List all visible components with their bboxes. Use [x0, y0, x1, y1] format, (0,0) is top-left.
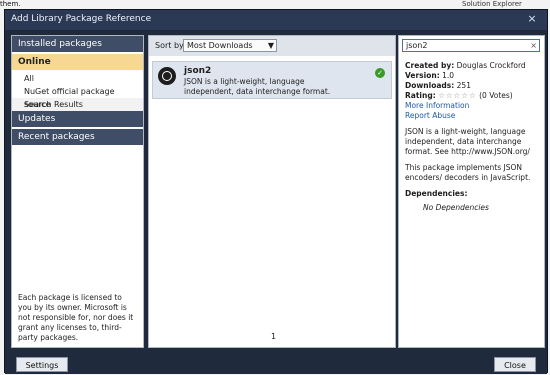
downloads-label: Downloads: — [405, 81, 455, 90]
search-input-value: json2 — [406, 41, 428, 50]
downloads-row: Downloads: 251 — [405, 81, 541, 91]
category-recent-packages[interactable]: Recent packages — [12, 129, 143, 145]
dialog-titlebar: Add Library Package Reference × — [5, 10, 547, 30]
chevron-down-icon[interactable]: ▼ — [268, 40, 274, 51]
rating-stars-icon: ☆☆☆☆☆ — [438, 91, 477, 100]
description-paragraph-2: This package implements JSON encoders/ d… — [405, 163, 531, 182]
package-list-item[interactable]: json2 JSON is a light-weight, language i… — [152, 61, 392, 99]
version-label: Version: — [405, 71, 440, 80]
report-abuse-link[interactable]: Report Abuse — [405, 111, 541, 121]
sort-select-value: Most Downloads — [187, 41, 253, 50]
cut-text: them. — [0, 0, 21, 8]
bottom-bar: Settings Close — [5, 349, 547, 374]
online-item-all[interactable]: All — [12, 72, 143, 85]
online-item-search-results[interactable]: Search Results — [12, 98, 143, 111]
online-item-nuget[interactable]: NuGet official package source — [12, 85, 143, 109]
sort-bar: Sort by Most Downloads ▼ — [149, 36, 395, 56]
package-description: JSON is a light-weight, language indepen… — [184, 77, 331, 96]
created-by-row: Created by: Douglas Crockford — [405, 61, 541, 71]
left-panel: Installed packages Online All NuGet offi… — [11, 35, 144, 348]
solution-explorer-title: Solution Explorer — [462, 0, 522, 8]
settings-button[interactable]: Settings — [16, 357, 68, 372]
version-value: 1.0 — [442, 71, 455, 80]
description-paragraph-1: JSON is a light-weight, language indepen… — [405, 127, 530, 156]
dialog-title: Add Library Package Reference — [11, 14, 152, 24]
main-panel: Sort by Most Downloads ▼ json2 JSON is a… — [148, 35, 396, 348]
package-details: Created by: Douglas Crockford Version: 1… — [405, 61, 541, 213]
add-library-package-reference-dialog: Add Library Package Reference × Installe… — [4, 9, 548, 374]
details-panel: json2 × Created by: Douglas Crockford Ve… — [398, 35, 545, 348]
more-information-link[interactable]: More Information — [405, 101, 541, 111]
category-online[interactable]: Online — [12, 54, 143, 70]
page-number[interactable]: 1 — [271, 332, 276, 341]
rating-row: Rating: ☆☆☆☆☆ (0 Votes) — [405, 91, 541, 101]
license-note: Each package is licensed to you by its o… — [18, 293, 134, 342]
category-installed-packages[interactable]: Installed packages — [12, 36, 143, 52]
rating-votes: (0 Votes) — [479, 91, 513, 100]
sort-label: Sort by — [155, 41, 184, 50]
sort-select[interactable]: Most Downloads ▼ — [183, 39, 277, 52]
search-input[interactable]: json2 × — [402, 39, 540, 52]
close-icon[interactable]: × — [525, 12, 539, 26]
package-name: json2 — [184, 66, 212, 76]
created-by-value: Douglas Crockford — [456, 61, 526, 70]
version-row: Version: 1.0 — [405, 71, 541, 81]
rating-label: Rating: — [405, 91, 436, 100]
downloads-value: 251 — [456, 81, 471, 90]
installed-check-icon: ✓ — [375, 68, 385, 78]
category-updates[interactable]: Updates — [12, 111, 143, 127]
clear-search-icon[interactable]: × — [530, 40, 537, 51]
package-icon — [158, 67, 176, 85]
dependencies-value: No Dependencies — [423, 203, 489, 212]
created-by-label: Created by: — [405, 61, 455, 70]
close-button[interactable]: Close — [494, 357, 536, 372]
dependencies-label: Dependencies: — [405, 189, 468, 198]
